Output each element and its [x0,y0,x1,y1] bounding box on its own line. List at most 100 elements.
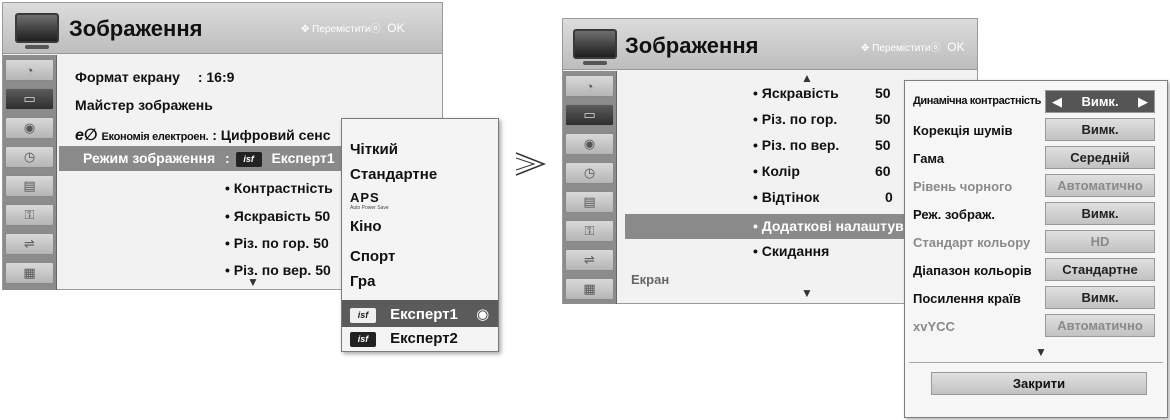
adv-value-noise-reduction[interactable]: Вимк. [1045,118,1155,141]
sidebar-item-options[interactable]: ▤ [565,191,614,213]
clock-icon: ◷ [23,149,36,164]
aps-logo-icon: APS [350,190,380,205]
popup-item-cinema[interactable]: Кіно [350,218,382,235]
isf-badge-icon: isf [350,331,376,347]
media-icon: ▦ [583,281,596,296]
screen-icon: ▭ [23,91,36,106]
popup-item-expert1[interactable]: isf Експерт1 ◉ [350,305,489,323]
isf-badge-icon: isf [350,307,376,323]
sidebar-item-lock[interactable]: ⚿ [5,204,54,226]
sidebar-item-picture[interactable]: ▭ [565,104,614,126]
plug-icon: ⇌ [584,252,595,267]
menu-footer-screen[interactable]: Екран [631,272,669,287]
adv-value-black-level[interactable]: Автоматично [1045,174,1155,197]
media-icon: ▦ [23,265,36,280]
radio-selected-icon: ◉ [476,306,490,323]
sidebar-item-audio[interactable]: ◉ [5,117,54,139]
right-menu-header: Зображення ✥ Переміститиⓞ OK [563,19,977,70]
sidebar-item-satellite[interactable]: ◔ [5,59,54,81]
scroll-up-icon[interactable]: ▲ [801,71,813,85]
menu-row-color[interactable]: • Колір 60 [753,163,891,179]
adv-label-film-mode: Реж. зображ. [913,207,995,222]
adv-value-gamma[interactable]: Середній [1045,146,1155,169]
sidebar-item-lock[interactable]: ⚿ [565,220,614,242]
left-menu-header: Зображення ✥ Переміститиⓞ OK [3,3,442,54]
panel-divider [909,362,1163,363]
adv-label-edge-enhancer: Посилення країв [913,291,1021,306]
adv-label-noise-reduction: Корекція шумів [913,123,1013,138]
tv-icon [573,29,617,65]
close-button[interactable]: Закрити [931,372,1147,395]
sidebar-item-media[interactable]: ▦ [5,262,54,284]
eco-icon: e∅ [75,127,98,144]
clock-icon: ◷ [583,165,596,180]
sub-row-contrast[interactable]: • Контрастність [225,180,333,196]
popup-item-vivid[interactable]: Чіткий [350,141,398,158]
popup-item-game[interactable]: Гра [350,273,375,290]
tv-icon [15,13,59,49]
sidebar-item-picture[interactable]: ▭ [5,88,54,110]
menu-row-brightness[interactable]: • Яскравість 50 [753,85,891,101]
sub-row-v-sharpness[interactable]: • Різ. по вер. 50 [225,262,331,278]
plug-icon: ⇌ [24,236,35,251]
adv-value-film-mode[interactable]: Вимк. [1045,202,1155,225]
menu-row-picture-wizard[interactable]: Майстер зображень [75,97,213,113]
sidebar-item-audio[interactable]: ◉ [565,133,614,155]
popup-item-expert2[interactable]: isf Експерт2 [350,330,458,347]
menu-row-v-sharpness[interactable]: • Різ. по вер. 50 [753,137,891,153]
menu-row-h-sharpness[interactable]: • Різ. по гор. 50 [753,111,891,127]
lock-icon: ⚿ [24,207,35,222]
scroll-down-icon[interactable]: ▼ [801,286,813,300]
advanced-settings-panel: Динамічна контрастність ◀ Вимк. ▶ Корекц… [904,80,1168,418]
adv-label-gamma: Гама [913,151,945,166]
menu-row-picture-mode[interactable]: Режим зображення : isf Експерт1 [83,150,335,167]
left-sidebar: ◔ ▭ ◉ ◷ ▤ ⚿ ⇌ ▦ [3,55,57,290]
sidebar-item-satellite[interactable]: ◔ [565,75,614,97]
arrow-left-icon[interactable]: ◀ [1052,91,1062,113]
picture-mode-popup: Чіткий Стандартне APS Auto Power Save Кі… [341,118,499,352]
adv-value-edge-enhancer[interactable]: Вимк. [1045,286,1155,309]
adv-value-dynamic-contrast[interactable]: ◀ Вимк. ▶ [1045,90,1155,113]
adv-value-color-gamut[interactable]: Стандартне [1045,258,1155,281]
lock-icon: ⚿ [584,223,595,238]
scroll-down-icon[interactable]: ▼ [1035,345,1047,359]
options-icon: ▤ [583,194,596,209]
sidebar-item-time[interactable]: ◷ [5,146,54,168]
menu-row-reset[interactable]: • Скидання [753,243,829,259]
adv-value-xvycc[interactable]: Автоматично [1045,314,1155,337]
sidebar-item-time[interactable]: ◷ [565,162,614,184]
page-title: Зображення [69,16,203,41]
sub-row-h-sharpness[interactable]: • Різ. по гор. 50 [225,235,329,251]
options-icon: ▤ [23,178,36,193]
adv-label-color-gamut: Діапазон кольорів [913,263,1032,278]
sidebar-item-media[interactable]: ▦ [565,278,614,300]
adv-label-black-level: Рівень чорного [913,179,1013,194]
scroll-down-icon[interactable]: ▼ [247,275,259,289]
sidebar-item-input[interactable]: ⇌ [565,249,614,271]
menu-row-energy-saving[interactable]: e∅ Економія електроен. : Цифровий сенс [75,125,331,145]
sidebar-item-options[interactable]: ▤ [5,175,54,197]
move-arrows-icon: ✥ [861,43,870,54]
transition-arrow-icon [515,152,547,176]
menu-row-tint[interactable]: • Відтінок 0 [753,189,893,205]
menu-row-aspect[interactable]: Формат екрану : 16:9 [75,69,234,85]
adv-value-color-standard[interactable]: HD [1045,230,1155,253]
menu-row-advanced[interactable]: • Додаткові налаштува [753,218,911,234]
arrow-right-icon[interactable]: ▶ [1138,91,1148,113]
nav-hint: ✥ Переміститиⓞ OK [301,21,405,35]
satellite-icon: ◔ [585,78,594,94]
popup-item-standard[interactable]: Стандартне [350,166,437,183]
right-sidebar: ◔ ▭ ◉ ◷ ▤ ⚿ ⇌ ▦ [563,71,617,304]
satellite-icon: ◔ [25,62,34,78]
move-arrows-icon: ✥ [301,24,310,35]
popup-item-sport[interactable]: Спорт [350,248,395,265]
popup-item-aps[interactable]: APS Auto Power Save [350,190,389,211]
isf-badge-icon: isf [235,151,262,167]
sub-row-brightness[interactable]: • Яскравість 50 [225,208,330,224]
nav-hint: ✥ Переміститиⓞ OK [861,40,965,54]
sidebar-item-input[interactable]: ⇌ [5,233,54,255]
adv-label-dynamic-contrast: Динамічна контрастність [913,95,1041,107]
adv-label-xvycc: xvYCC [913,319,955,334]
speaker-icon: ◉ [23,120,36,135]
page-title: Зображення [625,33,759,58]
